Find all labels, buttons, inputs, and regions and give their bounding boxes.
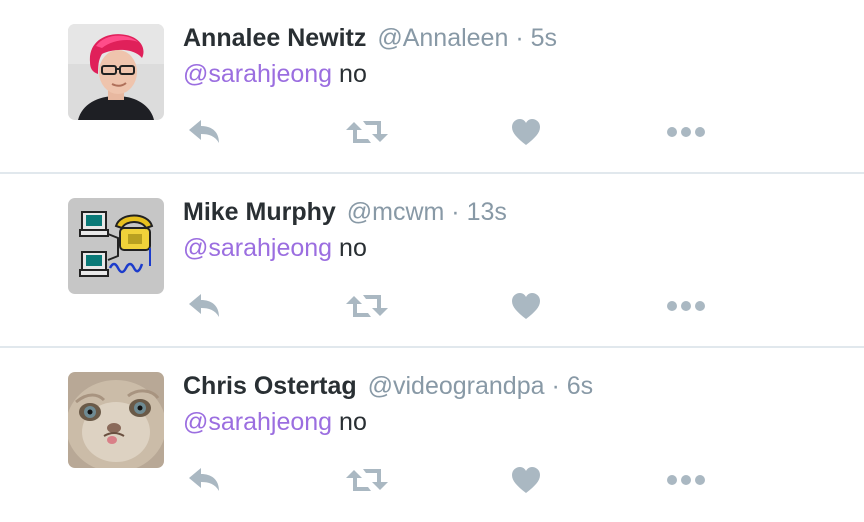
tweet-body: no — [332, 234, 367, 262]
avatar[interactable] — [68, 198, 164, 294]
like-icon — [512, 467, 540, 493]
tweet-actions — [183, 286, 723, 326]
more-icon — [667, 127, 705, 137]
retweet-button[interactable] — [345, 112, 389, 152]
reply-button[interactable] — [183, 286, 225, 326]
like-button[interactable] — [509, 460, 543, 500]
like-button[interactable] — [509, 286, 543, 326]
avatar[interactable] — [68, 24, 164, 120]
reply-button[interactable] — [183, 112, 225, 152]
tweet[interactable]: Mike Murphy @mcwm · 13s @sarahjeong no — [0, 174, 864, 348]
username[interactable]: @mcwm — [347, 198, 445, 226]
tweet-text: @sarahjeong no — [183, 57, 367, 91]
tweet-body: no — [332, 408, 367, 436]
retweet-icon — [346, 469, 388, 491]
timestamp[interactable]: 6s — [567, 372, 593, 400]
retweet-icon — [346, 295, 388, 317]
more-button[interactable] — [665, 286, 707, 326]
avatar[interactable] — [68, 372, 164, 468]
more-button[interactable] — [665, 112, 707, 152]
more-icon — [667, 475, 705, 485]
tweet-body: no — [332, 60, 367, 88]
mention-link[interactable]: @sarahjeong — [183, 60, 332, 88]
tweet-actions — [183, 460, 723, 500]
mention-link[interactable]: @sarahjeong — [183, 408, 332, 436]
reply-button[interactable] — [183, 460, 225, 500]
grumpy-cat-avatar-icon — [68, 372, 164, 468]
reply-icon — [189, 120, 219, 143]
separator: · — [515, 24, 524, 52]
tweet-text: @sarahjeong no — [183, 405, 367, 439]
tweet[interactable]: Chris Ostertag @videograndpa · 6s @sarah… — [0, 348, 864, 522]
like-icon — [512, 293, 540, 319]
tweet-header: Annalee Newitz @Annaleen · 5s — [183, 22, 557, 54]
like-icon — [512, 119, 540, 145]
username[interactable]: @videograndpa — [368, 372, 545, 400]
fullname[interactable]: Mike Murphy — [183, 198, 336, 226]
tweet-feed: Annalee Newitz @Annaleen · 5s @sarahjeon… — [0, 0, 864, 520]
fullname[interactable]: Chris Ostertag — [183, 372, 357, 400]
separator: · — [551, 372, 560, 400]
tweet-actions — [183, 112, 723, 152]
fullname[interactable]: Annalee Newitz — [183, 24, 366, 52]
timestamp[interactable]: 13s — [467, 198, 507, 226]
tweet-header: Chris Ostertag @videograndpa · 6s — [183, 370, 593, 402]
username[interactable]: @Annaleen — [377, 24, 508, 52]
separator: · — [451, 198, 460, 226]
reply-icon — [189, 468, 219, 491]
retweet-button[interactable] — [345, 460, 389, 500]
more-icon — [667, 301, 705, 311]
tweet-header: Mike Murphy @mcwm · 13s — [183, 196, 507, 228]
like-button[interactable] — [509, 112, 543, 152]
mention-link[interactable]: @sarahjeong — [183, 234, 332, 262]
retweet-button[interactable] — [345, 286, 389, 326]
red-haired-person-avatar-icon — [68, 24, 164, 120]
dialup-networking-avatar-icon — [68, 198, 164, 294]
timestamp[interactable]: 5s — [531, 24, 557, 52]
tweet-text: @sarahjeong no — [183, 231, 367, 265]
retweet-icon — [346, 121, 388, 143]
more-button[interactable] — [665, 460, 707, 500]
reply-icon — [189, 294, 219, 317]
tweet[interactable]: Annalee Newitz @Annaleen · 5s @sarahjeon… — [0, 0, 864, 174]
